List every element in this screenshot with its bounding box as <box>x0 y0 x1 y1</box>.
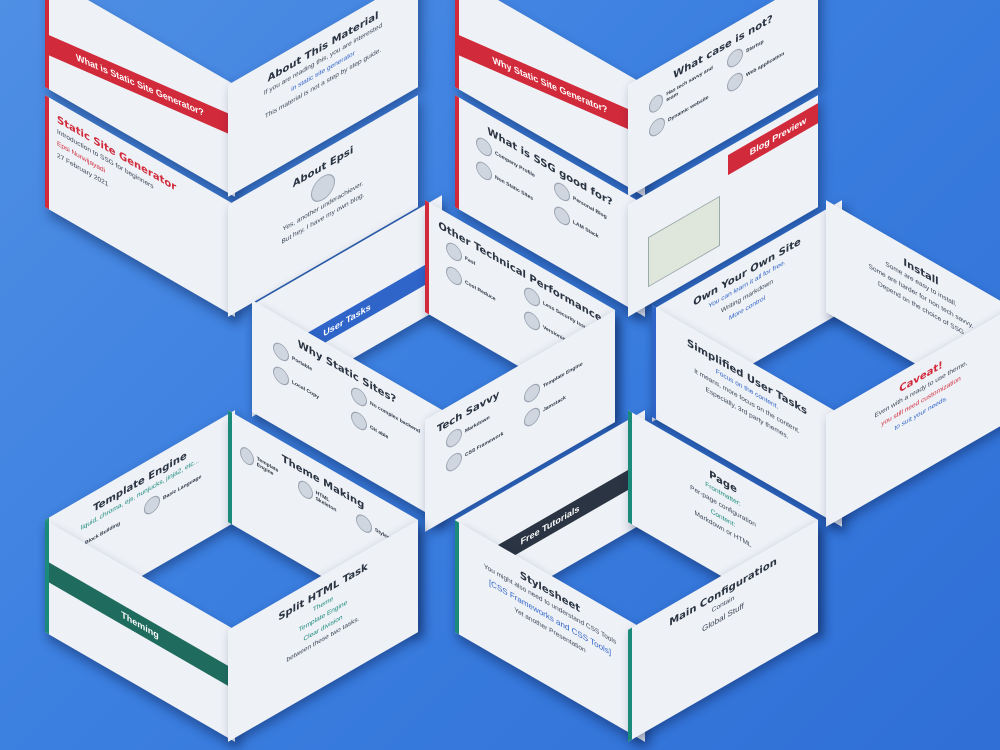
accent-bar <box>425 200 429 315</box>
item-icon <box>351 408 367 434</box>
accent-bar <box>455 520 459 635</box>
item: Template Engine <box>240 444 290 489</box>
slide-text: between these two tasks. <box>286 615 360 665</box>
accent-bar <box>45 520 49 635</box>
item-icon <box>356 511 372 537</box>
item-icon <box>273 363 289 389</box>
accent-bar <box>455 0 459 90</box>
item-icon <box>649 114 665 140</box>
accent-bar <box>45 95 49 210</box>
item-icon <box>727 69 743 95</box>
accent-bar <box>628 627 632 742</box>
item-icon <box>524 308 540 334</box>
accent-bar <box>45 0 49 90</box>
item-icon <box>649 91 664 116</box>
screenshot-image <box>648 195 720 288</box>
item-icon <box>524 380 540 406</box>
accent-bar <box>228 410 232 525</box>
item-icon <box>476 158 492 184</box>
item-icon <box>273 339 289 365</box>
item-icon <box>446 449 462 475</box>
item-icon <box>446 263 462 289</box>
item-icon <box>524 404 540 430</box>
item-icon <box>240 444 254 469</box>
accent-bar <box>652 305 656 420</box>
accent-bar <box>455 95 459 210</box>
item-icon <box>554 203 570 229</box>
slide-band: Theming <box>45 554 235 696</box>
accent-bar <box>628 410 632 525</box>
